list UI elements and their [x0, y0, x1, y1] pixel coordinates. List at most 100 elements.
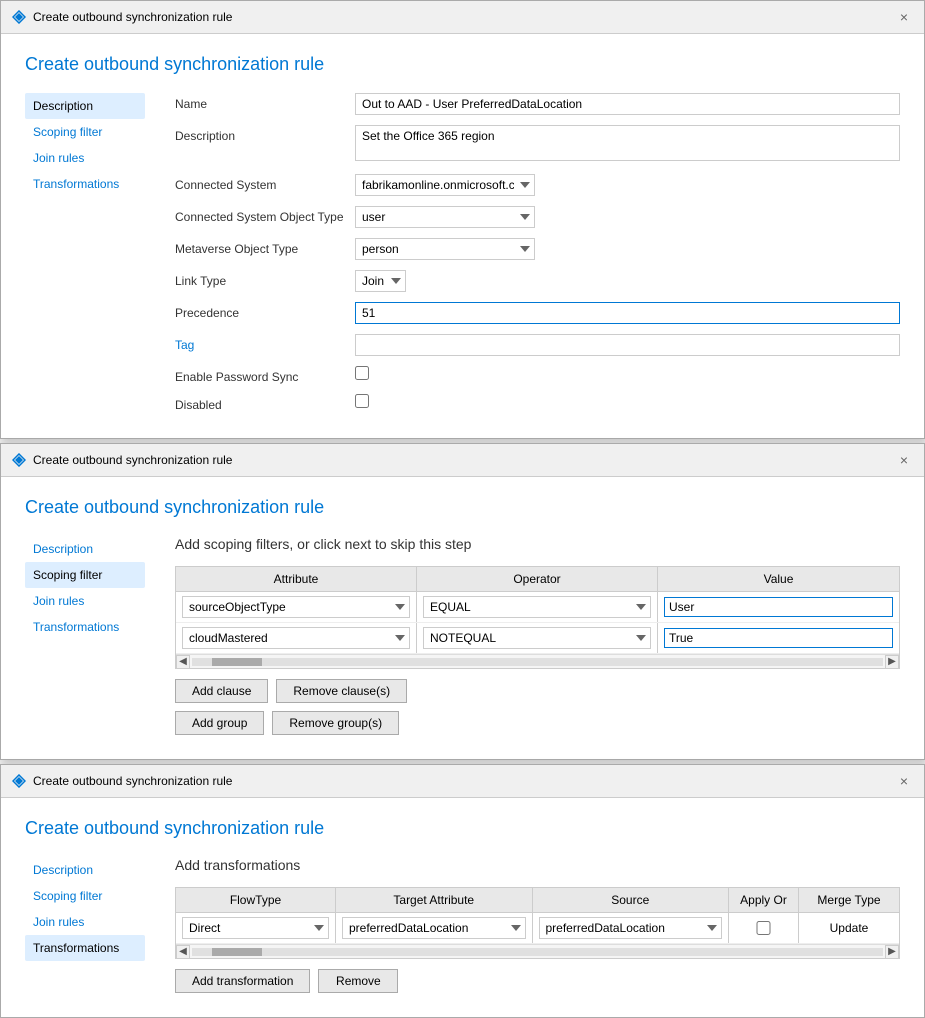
link-type-select[interactable]: Join — [355, 270, 406, 292]
attribute-select-1[interactable]: sourceObjectType — [182, 596, 410, 618]
trans-cell-flowtype-1: Direct — [176, 913, 336, 943]
tag-input[interactable] — [355, 334, 900, 356]
flowtype-select-1[interactable]: Direct — [182, 917, 329, 939]
name-input[interactable] — [355, 93, 900, 115]
scroll-right-arrow[interactable]: ▶ — [885, 655, 899, 669]
disabled-checkbox[interactable] — [355, 394, 369, 408]
filter-cell-val-1 — [658, 592, 899, 622]
sidebar-item-trans-3[interactable]: Transformations — [25, 935, 145, 961]
control-cs-object-type: user — [355, 206, 900, 228]
app-icon-3 — [11, 773, 27, 789]
form-row-connected-system: Connected System fabrikamonline.onmicros… — [175, 174, 900, 196]
sidebar-item-join-2[interactable]: Join rules — [25, 588, 145, 614]
dialog-body-1: Description Scoping filter Join rules Tr… — [25, 93, 900, 422]
dialog-title-2: Create outbound synchronization rule — [25, 497, 900, 518]
label-name: Name — [175, 93, 355, 111]
filter-table-header: Attribute Operator Value — [176, 567, 899, 592]
sidebar-1: Description Scoping filter Join rules Tr… — [25, 93, 145, 422]
operator-select-1[interactable]: EQUAL — [423, 596, 651, 618]
dialog-body-3: Description Scoping filter Join rules Tr… — [25, 857, 900, 1001]
trans-scroll-left[interactable]: ◀ — [176, 945, 190, 959]
trans-scrollbar-thumb — [212, 948, 262, 956]
col-header-apply-or: Apply Or — [729, 888, 799, 912]
scroll-left-arrow[interactable]: ◀ — [176, 655, 190, 669]
label-tag: Tag — [175, 334, 355, 352]
add-transformation-button[interactable]: Add transformation — [175, 969, 310, 993]
source-select-1[interactable]: preferredDataLocation — [539, 917, 723, 939]
sidebar-item-trans-1[interactable]: Transformations — [25, 171, 145, 197]
remove-clause-button[interactable]: Remove clause(s) — [276, 679, 407, 703]
control-name — [355, 93, 900, 115]
window-1: Create outbound synchronization rule × C… — [0, 0, 925, 439]
label-precedence: Precedence — [175, 302, 355, 320]
description-input[interactable]: Set the Office 365 region — [355, 125, 900, 161]
remove-transformation-button[interactable]: Remove — [318, 969, 398, 993]
sidebar-item-scoping-2[interactable]: Scoping filter — [25, 562, 145, 588]
target-attribute-select-1[interactable]: preferredDataLocation — [342, 917, 526, 939]
cs-object-type-select[interactable]: user — [355, 206, 535, 228]
sidebar-item-join-1[interactable]: Join rules — [25, 145, 145, 171]
dialog-content-3: Create outbound synchronization rule Des… — [1, 798, 924, 1017]
mv-object-type-select[interactable]: person — [355, 238, 535, 260]
window-3: Create outbound synchronization rule × C… — [0, 764, 925, 1018]
filter-cell-op-1: EQUAL — [417, 592, 658, 622]
filter-cell-val-2 — [658, 623, 899, 653]
close-button-2[interactable]: × — [894, 450, 914, 470]
attribute-select-2[interactable]: cloudMastered — [182, 627, 410, 649]
apply-or-checkbox-1[interactable] — [735, 921, 792, 935]
scrollbar-track — [192, 658, 883, 666]
sidebar-item-trans-2[interactable]: Transformations — [25, 614, 145, 640]
title-bar-2: Create outbound synchronization rule × — [1, 444, 924, 477]
control-link-type: Join — [355, 270, 900, 292]
control-tag — [355, 334, 900, 356]
connected-system-select[interactable]: fabrikamonline.onmicrosoft.com — [355, 174, 535, 196]
app-icon-1 — [11, 9, 27, 25]
remove-group-button[interactable]: Remove group(s) — [272, 711, 399, 735]
trans-table-header: FlowType Target Attribute Source Apply O… — [176, 888, 899, 913]
filter-cell-attr-1: sourceObjectType — [176, 592, 417, 622]
sidebar-item-description-1[interactable]: Description — [25, 93, 145, 119]
label-disabled: Disabled — [175, 394, 355, 412]
trans-scroll-right[interactable]: ▶ — [885, 945, 899, 959]
close-button-1[interactable]: × — [894, 7, 914, 27]
sidebar-item-description-2[interactable]: Description — [25, 536, 145, 562]
add-group-button[interactable]: Add group — [175, 711, 264, 735]
control-disabled — [355, 394, 900, 411]
sidebar-item-scoping-3[interactable]: Scoping filter — [25, 883, 145, 909]
dialog-body-2: Description Scoping filter Join rules Tr… — [25, 536, 900, 743]
form-row-tag: Tag — [175, 334, 900, 356]
trans-buttons: Add transformation Remove — [175, 969, 900, 993]
value-input-1[interactable] — [664, 597, 893, 617]
filter-row-2: cloudMastered NOTEQUAL — [176, 623, 899, 654]
form-row-name: Name — [175, 93, 900, 115]
form-row-link-type: Link Type Join — [175, 270, 900, 292]
add-clause-button[interactable]: Add clause — [175, 679, 268, 703]
title-bar-text-2: Create outbound synchronization rule — [33, 453, 888, 467]
password-sync-checkbox[interactable] — [355, 366, 369, 380]
dialog-title-3: Create outbound synchronization rule — [25, 818, 900, 839]
trans-scrollbar: ◀ ▶ — [176, 944, 899, 958]
col-header-operator: Operator — [417, 567, 658, 591]
sidebar-item-scoping-1[interactable]: Scoping filter — [25, 119, 145, 145]
control-mv-object-type: person — [355, 238, 900, 260]
window-2: Create outbound synchronization rule × C… — [0, 443, 925, 760]
label-mv-object-type: Metaverse Object Type — [175, 238, 355, 256]
dialog-content-1: Create outbound synchronization rule Des… — [1, 34, 924, 438]
col-header-source: Source — [533, 888, 730, 912]
col-header-attribute: Attribute — [176, 567, 417, 591]
precedence-input[interactable] — [355, 302, 900, 324]
close-button-3[interactable]: × — [894, 771, 914, 791]
sidebar-item-join-3[interactable]: Join rules — [25, 909, 145, 935]
form-row-cs-object-type: Connected System Object Type user — [175, 206, 900, 228]
operator-select-2[interactable]: NOTEQUAL — [423, 627, 651, 649]
title-bar-text-1: Create outbound synchronization rule — [33, 10, 888, 24]
control-password-sync — [355, 366, 900, 383]
merge-type-value-1: Update — [830, 921, 869, 935]
filter-cell-attr-2: cloudMastered — [176, 623, 417, 653]
trans-scrollbar-track — [192, 948, 883, 956]
label-link-type: Link Type — [175, 270, 355, 288]
sidebar-item-description-3[interactable]: Description — [25, 857, 145, 883]
value-input-2[interactable] — [664, 628, 893, 648]
group-buttons: Add group Remove group(s) — [175, 711, 900, 735]
trans-cell-merge-type-1: Update — [799, 913, 899, 943]
